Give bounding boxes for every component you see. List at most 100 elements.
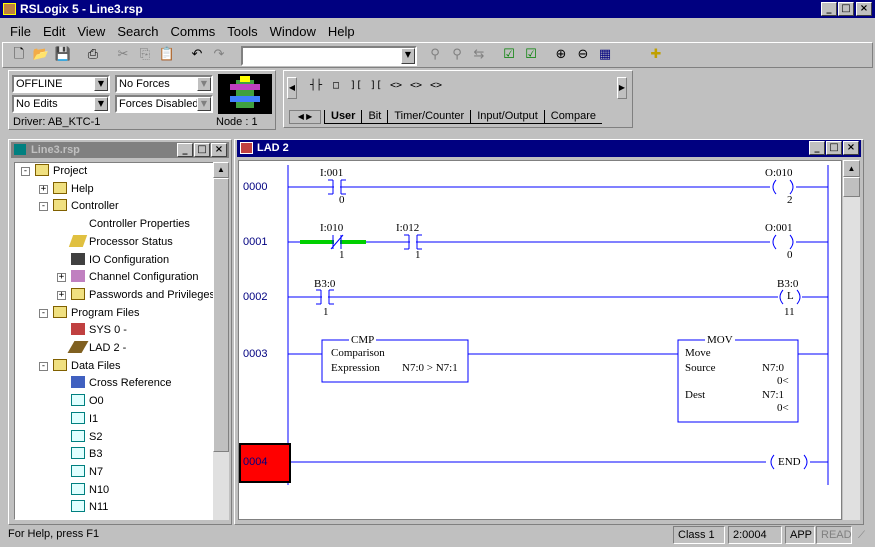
tab-user[interactable]: User [324, 110, 362, 123]
expand-icon[interactable]: + [57, 273, 66, 283]
tree-item[interactable]: Controller [53, 198, 119, 215]
ote-coil[interactable] [770, 234, 796, 250]
instruction-button[interactable]: ┤├ [306, 80, 326, 91]
tab-scroll-arrows[interactable]: ◀ ▶ [289, 110, 321, 124]
find-icon[interactable]: ⚲ [424, 44, 446, 66]
project-scrollbar[interactable]: ▲ [213, 162, 229, 520]
instruction-button[interactable]: <> [386, 80, 406, 91]
new-file-icon[interactable]: 🗋 [8, 44, 30, 66]
tree-item[interactable]: N7 [71, 464, 103, 481]
chevron-down-icon[interactable]: ▼ [197, 77, 211, 91]
menu-file[interactable]: File [4, 23, 37, 41]
tree-item[interactable]: Cross Reference [71, 375, 172, 392]
tab-compare[interactable]: Compare [543, 110, 602, 123]
view-icon[interactable]: ▦ [594, 44, 616, 66]
redo-icon[interactable]: ↷ [208, 44, 230, 66]
tree-item[interactable]: Help [53, 181, 94, 198]
copy-icon[interactable]: ⎘ [134, 44, 156, 66]
ladder-scrollbar[interactable]: ▲ [843, 160, 860, 520]
xio-contact[interactable] [330, 234, 344, 250]
ladder-scroll-up-button[interactable]: ▲ [843, 160, 860, 177]
tab-timer-counter[interactable]: Timer/Counter [387, 110, 470, 123]
tab-input-output[interactable]: Input/Output [470, 110, 544, 123]
rung-number[interactable]: 0000 [243, 181, 267, 193]
tree-item[interactable]: O0 [71, 393, 104, 410]
tree-item[interactable]: Program Files [53, 305, 139, 322]
chevron-down-icon[interactable]: ▼ [94, 77, 108, 91]
open-folder-icon[interactable]: 📂 [30, 44, 52, 66]
menu-search[interactable]: Search [111, 23, 164, 41]
tree-item[interactable]: Processor Status [68, 234, 173, 251]
expand-icon[interactable]: + [57, 290, 66, 300]
tree-item[interactable]: IO Configuration [71, 252, 169, 269]
collapse-icon[interactable]: - [39, 361, 48, 371]
menu-window[interactable]: Window [264, 23, 322, 41]
tree-item[interactable]: Data Files [53, 358, 121, 375]
scroll-thumb[interactable] [213, 178, 229, 452]
tree-item[interactable]: I1 [71, 411, 98, 428]
find-next-icon[interactable]: ⚲ [446, 44, 468, 66]
menu-tools[interactable]: Tools [221, 23, 263, 41]
expand-icon[interactable]: + [39, 184, 48, 194]
ote-coil[interactable] [770, 179, 796, 195]
project-minimize-button[interactable]: _ [177, 143, 193, 157]
menu-edit[interactable]: Edit [37, 23, 71, 41]
collapse-icon[interactable]: - [39, 308, 48, 318]
collapse-icon[interactable]: - [39, 202, 48, 212]
chevron-down-icon[interactable]: ▼ [197, 97, 211, 111]
instruction-button[interactable]: □ [326, 80, 346, 91]
tree-item[interactable]: N10 [71, 482, 109, 499]
save-icon[interactable]: 💾 [52, 44, 74, 66]
cut-icon[interactable]: ✂ [112, 44, 134, 66]
tree-item[interactable]: S2 [71, 429, 102, 446]
ladder-scroll-thumb[interactable] [843, 177, 860, 197]
replace-icon[interactable]: ⇆ [468, 44, 490, 66]
tab-bit[interactable]: Bit [361, 110, 387, 123]
tree-item[interactable]: Channel Configuration [71, 269, 198, 286]
add-icon[interactable]: ✚ [645, 44, 667, 66]
close-button[interactable]: × [856, 2, 872, 16]
palette-scroll-left[interactable]: ◀ [287, 77, 297, 99]
tree-item[interactable]: Project [35, 163, 87, 180]
chevron-down-icon[interactable]: ▼ [94, 97, 108, 111]
maximize-button[interactable]: □ [838, 2, 854, 16]
tree-item[interactable]: Passwords and Privileges [71, 287, 213, 304]
scroll-up-button[interactable]: ▲ [213, 162, 229, 178]
tree-item[interactable]: N11 [71, 499, 108, 516]
tree-item[interactable]: SYS 0 - [71, 322, 127, 339]
zoom-out-icon[interactable]: ⊖ [572, 44, 594, 66]
ladder-maximize-button[interactable]: □ [826, 141, 842, 155]
resize-grip-icon[interactable]: ⟋ [858, 530, 872, 544]
instruction-button[interactable]: ][ [366, 80, 386, 91]
paste-icon[interactable]: 📋 [156, 44, 178, 66]
tree-item[interactable]: LAD 2 - [67, 340, 126, 357]
verify-routine-icon[interactable]: ☑ [520, 44, 542, 66]
instruction-button[interactable]: <> [406, 80, 426, 91]
ladder-close-button[interactable]: × [843, 141, 859, 155]
project-close-button[interactable]: × [211, 143, 227, 157]
instruction-button[interactable]: <> [426, 80, 446, 91]
edits-select[interactable]: No Edits ▼ [12, 95, 110, 113]
rung-number[interactable]: 0002 [243, 291, 267, 303]
rung-number[interactable]: 0004 [243, 456, 267, 468]
tree-item[interactable]: Controller Properties [71, 216, 190, 233]
mode-select[interactable]: OFFLINE ▼ [12, 75, 110, 93]
verify-file-icon[interactable]: ☑ [498, 44, 520, 66]
menu-help[interactable]: Help [322, 23, 361, 41]
menu-comms[interactable]: Comms [165, 23, 222, 41]
minimize-button[interactable]: _ [821, 2, 837, 16]
palette-scroll-right[interactable]: ▶ [617, 77, 627, 99]
search-combo[interactable]: ▼ [241, 46, 417, 66]
chevron-down-icon[interactable]: ▼ [401, 48, 415, 64]
forces-select[interactable]: No Forces ▼ [115, 75, 213, 93]
project-maximize-button[interactable]: □ [194, 143, 210, 157]
ladder-minimize-button[interactable]: _ [809, 141, 825, 155]
app-icon[interactable] [3, 3, 16, 15]
instruction-button[interactable]: ][ [346, 80, 366, 91]
menu-view[interactable]: View [71, 23, 111, 41]
zoom-in-icon[interactable]: ⊕ [550, 44, 572, 66]
rung-number[interactable]: 0001 [243, 236, 267, 248]
print-icon[interactable]: ⎙ [82, 44, 104, 66]
rung-number[interactable]: 0003 [243, 348, 267, 360]
collapse-icon[interactable]: - [21, 167, 30, 176]
